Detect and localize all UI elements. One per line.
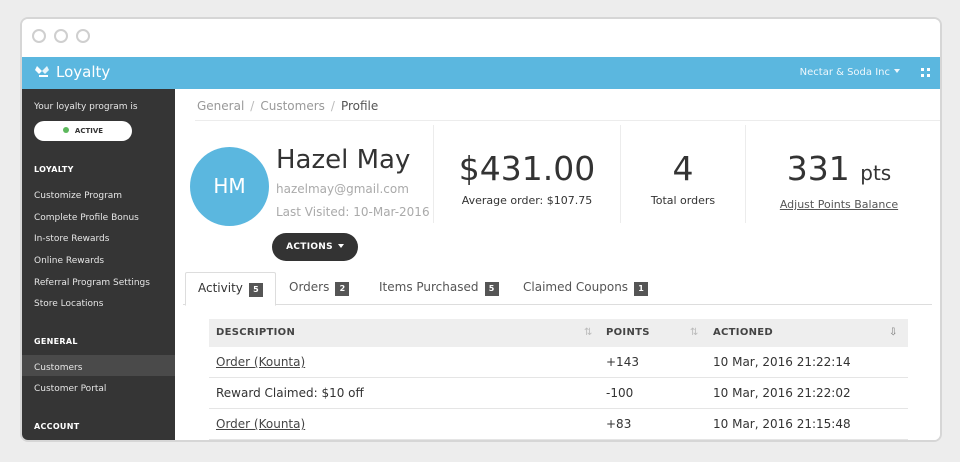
breadcrumb-general[interactable]: General <box>197 99 244 113</box>
customer-name: Hazel May <box>276 145 411 175</box>
row-points: +83 <box>606 417 632 431</box>
sidebar-item-online-rewards[interactable]: Online Rewards <box>34 256 104 266</box>
stat-points: 331 pts Adjust Points Balance <box>763 147 915 211</box>
row-points: -100 <box>606 386 634 400</box>
total-orders-label: Total orders <box>650 194 716 207</box>
sort-icon[interactable]: ⇅ <box>584 327 593 338</box>
row-description-link[interactable]: Order (Kounta) <box>216 417 305 431</box>
app-header: Loyalty Nectar & Soda Inc <box>22 57 940 89</box>
divider <box>745 125 746 223</box>
row-actioned: 10 Mar, 2016 21:22:14 <box>713 355 851 369</box>
sort-desc-icon[interactable]: ⇩ <box>889 327 898 338</box>
row-actioned: 10 Mar, 2016 21:22:02 <box>713 386 851 400</box>
apps-grid-icon[interactable] <box>921 68 930 77</box>
activity-table: DESCRIPTION ⇅ POINTS ⇅ ACTIONED ⇩ Order … <box>209 319 908 440</box>
sidebar-heading-loyalty: LOYALTY <box>34 165 74 174</box>
tab-count-badge: 5 <box>484 282 499 296</box>
loyalty-logo-icon <box>35 66 49 77</box>
main-content: General / Customers / Profile HM Hazel May h… <box>175 89 940 440</box>
tab-items-purchased[interactable]: Items Purchased 5 <box>367 272 511 305</box>
app-brand[interactable]: Loyalty <box>34 63 110 81</box>
table-row: Reward Claimed: $10 off -100 10 Mar, 201… <box>209 378 908 409</box>
total-orders-value: 4 <box>672 149 694 188</box>
sidebar-item-customer-portal[interactable]: Customer Portal <box>34 384 106 394</box>
status-dot-icon <box>62 127 69 133</box>
tab-activity[interactable]: Activity 5 <box>185 272 276 306</box>
adjust-points-link[interactable]: Adjust Points Balance <box>763 198 915 211</box>
sidebar-item-referral-settings[interactable]: Referral Program Settings <box>34 278 150 288</box>
window-control-dot[interactable] <box>54 29 68 43</box>
browser-window: Loyalty Nectar & Soda Inc Your loyalty p… <box>20 17 942 442</box>
tab-claimed-coupons[interactable]: Claimed Coupons 1 <box>511 272 660 305</box>
customer-email: hazelmay@gmail.com <box>276 182 409 196</box>
column-header-points[interactable]: POINTS <box>606 327 650 338</box>
program-status-label: Your loyalty program is <box>34 102 138 112</box>
window-chrome <box>22 19 940 55</box>
row-description: Reward Claimed: $10 off <box>216 386 364 400</box>
average-order-label: Average order: $107.75 <box>461 194 593 207</box>
program-status-badge[interactable]: ACTIVE <box>34 121 132 141</box>
company-dropdown[interactable]: Nectar & Soda Inc <box>800 67 900 78</box>
tab-count-badge: 1 <box>634 282 649 296</box>
divider <box>195 120 940 121</box>
app-name: Loyalty <box>56 63 111 81</box>
profile-tabs: Activity 5 Orders 2 Items Purchased 5 Claim… <box>183 270 932 306</box>
caret-down-icon <box>337 244 344 248</box>
row-description-link[interactable]: Order (Kounta) <box>216 355 305 369</box>
sidebar-item-customers[interactable]: Customers <box>34 363 82 373</box>
stat-total-orders: 4 Total orders <box>633 147 733 207</box>
points-unit: pts <box>860 161 892 185</box>
breadcrumb-profile: Profile <box>340 99 379 113</box>
column-header-actioned[interactable]: ACTIONED <box>713 327 773 338</box>
last-visited: Last Visited: 10-Mar-2016 <box>276 205 430 219</box>
tab-orders[interactable]: Orders 2 <box>277 272 361 305</box>
stat-total-spent: $431.00 Average order: $107.75 <box>445 147 609 207</box>
breadcrumb-customers[interactable]: Customers <box>260 99 325 113</box>
sidebar-item-complete-profile-bonus[interactable]: Complete Profile Bonus <box>34 213 139 223</box>
row-points: +143 <box>606 355 639 369</box>
window-control-dot[interactable] <box>76 29 90 43</box>
tab-count-badge: 5 <box>248 283 263 297</box>
row-actioned: 10 Mar, 2016 21:15:48 <box>713 417 851 431</box>
total-spent-value: $431.00 <box>458 149 596 188</box>
divider <box>433 125 434 223</box>
table-header: DESCRIPTION ⇅ POINTS ⇅ ACTIONED ⇩ <box>209 319 908 347</box>
breadcrumb: General / Customers / Profile <box>197 99 379 113</box>
actions-button[interactable]: ACTIONS <box>272 233 358 261</box>
window-control-dot[interactable] <box>32 29 46 43</box>
tab-count-badge: 2 <box>335 282 350 296</box>
sidebar-item-customize-program[interactable]: Customize Program <box>34 191 122 201</box>
avatar: HM <box>190 147 269 226</box>
sidebar-item-in-store-rewards[interactable]: In-store Rewards <box>34 234 109 244</box>
sidebar-heading-general: GENERAL <box>34 337 78 346</box>
divider <box>620 125 621 223</box>
sort-icon[interactable]: ⇅ <box>690 327 699 338</box>
points-value: 331 <box>786 149 850 188</box>
table-row: Order (Kounta) +143 10 Mar, 2016 21:22:1… <box>209 347 908 378</box>
sidebar: Your loyalty program is ACTIVE LOYALTY C… <box>22 89 175 440</box>
column-header-description[interactable]: DESCRIPTION <box>216 327 295 338</box>
sidebar-heading-account: ACCOUNT <box>34 422 80 431</box>
sidebar-item-store-locations[interactable]: Store Locations <box>34 299 103 309</box>
table-row: Order (Kounta) +83 10 Mar, 2016 21:15:48 <box>209 409 908 440</box>
